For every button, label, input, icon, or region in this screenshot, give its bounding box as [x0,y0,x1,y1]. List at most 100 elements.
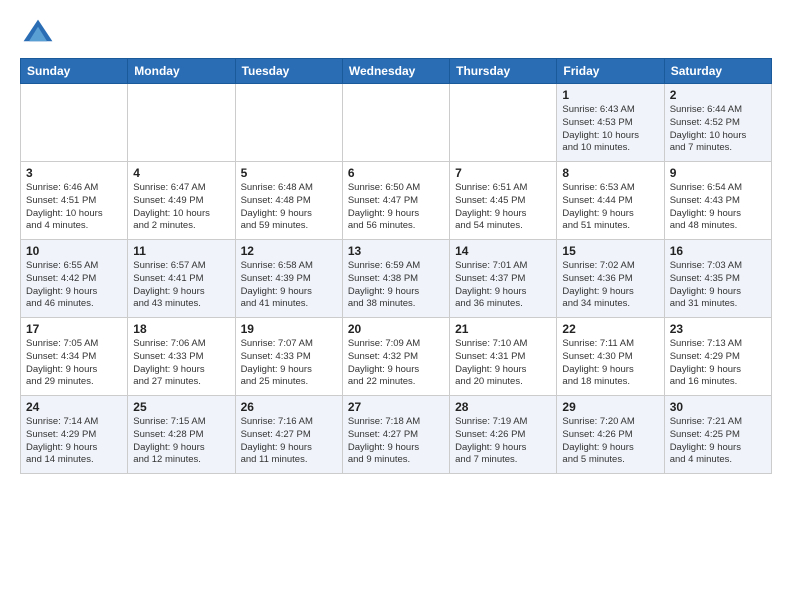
weekday-header: Saturday [664,59,771,84]
calendar-cell: 22 Sunrise: 7:11 AM Sunset: 4:30 PM Dayli… [557,318,664,396]
day-number: 19 [241,322,337,336]
day-number: 30 [670,400,766,414]
calendar-header: SundayMondayTuesdayWednesdayThursdayFrid… [21,59,772,84]
calendar-cell: 16Sunrise: 7:03 AM Sunset: 4:35 PM Dayli… [664,240,771,318]
calendar-body: 1Sunrise: 6:43 AM Sunset: 4:53 PM Daylig… [21,84,772,474]
calendar-cell: 26 Sunrise: 7:16 AM Sunset: 4:27 PM Dayli… [235,396,342,474]
day-number: 24 [26,400,122,414]
day-number: 18 [133,322,229,336]
day-number: 1 [562,88,658,102]
calendar-cell: 5Sunrise: 6:48 AM Sunset: 4:48 PM Daylig… [235,162,342,240]
calendar-cell: 4Sunrise: 6:47 AM Sunset: 4:49 PM Daylig… [128,162,235,240]
day-number: 4 [133,166,229,180]
calendar-cell: 2 Sunrise: 6:44 AM Sunset: 4:52 PM Daylig… [664,84,771,162]
day-number: 3 [26,166,122,180]
day-info: Sunrise: 6:57 AM Sunset: 4:41 PM Dayligh… [133,260,229,311]
day-number: 21 [455,322,551,336]
calendar-week-row: 17 Sunrise: 7:05 AM Sunset: 4:34 PM Dayli… [21,318,772,396]
calendar-cell: 6 Sunrise: 6:50 AM Sunset: 4:47 PM Daylig… [342,162,449,240]
calendar-cell: 30 Sunrise: 7:21 AM Sunset: 4:25 PM Dayli… [664,396,771,474]
day-info: Sunrise: 7:07 AM Sunset: 4:33 PM Dayligh… [241,338,337,389]
day-info: Sunrise: 7:01 AM Sunset: 4:37 PM Dayligh… [455,260,551,311]
calendar-cell: 18 Sunrise: 7:06 AM Sunset: 4:33 PM Dayli… [128,318,235,396]
calendar-cell: 17 Sunrise: 7:05 AM Sunset: 4:34 PM Dayli… [21,318,128,396]
day-info: Sunrise: 7:21 AM Sunset: 4:25 PM Dayligh… [670,416,766,467]
day-number: 20 [348,322,444,336]
day-number: 17 [26,322,122,336]
day-number: 13 [348,244,444,258]
calendar-cell: 27Sunrise: 7:18 AM Sunset: 4:27 PM Dayli… [342,396,449,474]
calendar-cell [21,84,128,162]
day-number: 9 [670,166,766,180]
logo-icon [20,16,56,52]
calendar-cell: 20 Sunrise: 7:09 AM Sunset: 4:32 PM Dayli… [342,318,449,396]
day-info: Sunrise: 7:18 AM Sunset: 4:27 PM Dayligh… [348,416,444,467]
calendar-week-row: 1Sunrise: 6:43 AM Sunset: 4:53 PM Daylig… [21,84,772,162]
day-info: Sunrise: 7:06 AM Sunset: 4:33 PM Dayligh… [133,338,229,389]
day-info: Sunrise: 7:13 AM Sunset: 4:29 PM Dayligh… [670,338,766,389]
weekday-row: SundayMondayTuesdayWednesdayThursdayFrid… [21,59,772,84]
calendar-week-row: 24Sunrise: 7:14 AM Sunset: 4:29 PM Dayli… [21,396,772,474]
calendar-cell: 19 Sunrise: 7:07 AM Sunset: 4:33 PM Dayli… [235,318,342,396]
calendar-cell [235,84,342,162]
day-info: Sunrise: 6:58 AM Sunset: 4:39 PM Dayligh… [241,260,337,311]
day-info: Sunrise: 7:16 AM Sunset: 4:27 PM Dayligh… [241,416,337,467]
logo [20,16,60,52]
day-number: 12 [241,244,337,258]
day-info: Sunrise: 6:54 AM Sunset: 4:43 PM Dayligh… [670,182,766,233]
calendar-cell: 13 Sunrise: 6:59 AM Sunset: 4:38 PM Dayli… [342,240,449,318]
calendar-cell [128,84,235,162]
day-info: Sunrise: 7:11 AM Sunset: 4:30 PM Dayligh… [562,338,658,389]
day-info: Sunrise: 7:05 AM Sunset: 4:34 PM Dayligh… [26,338,122,389]
calendar-cell [342,84,449,162]
header [20,16,772,52]
calendar-cell: 1Sunrise: 6:43 AM Sunset: 4:53 PM Daylig… [557,84,664,162]
day-number: 5 [241,166,337,180]
day-info: Sunrise: 7:10 AM Sunset: 4:31 PM Dayligh… [455,338,551,389]
calendar-week-row: 3 Sunrise: 6:46 AM Sunset: 4:51 PM Daylig… [21,162,772,240]
calendar-cell: 11Sunrise: 6:57 AM Sunset: 4:41 PM Dayli… [128,240,235,318]
calendar-cell: 8 Sunrise: 6:53 AM Sunset: 4:44 PM Daylig… [557,162,664,240]
calendar-cell: 28 Sunrise: 7:19 AM Sunset: 4:26 PM Dayli… [450,396,557,474]
weekday-header: Sunday [21,59,128,84]
page: SundayMondayTuesdayWednesdayThursdayFrid… [0,0,792,484]
day-info: Sunrise: 6:44 AM Sunset: 4:52 PM Dayligh… [670,104,766,155]
calendar-cell: 14 Sunrise: 7:01 AM Sunset: 4:37 PM Dayli… [450,240,557,318]
day-number: 2 [670,88,766,102]
day-number: 14 [455,244,551,258]
day-info: Sunrise: 6:53 AM Sunset: 4:44 PM Dayligh… [562,182,658,233]
weekday-header: Wednesday [342,59,449,84]
day-info: Sunrise: 6:59 AM Sunset: 4:38 PM Dayligh… [348,260,444,311]
day-info: Sunrise: 7:09 AM Sunset: 4:32 PM Dayligh… [348,338,444,389]
day-number: 15 [562,244,658,258]
weekday-header: Monday [128,59,235,84]
day-number: 7 [455,166,551,180]
day-number: 29 [562,400,658,414]
calendar-cell: 9 Sunrise: 6:54 AM Sunset: 4:43 PM Daylig… [664,162,771,240]
day-info: Sunrise: 7:02 AM Sunset: 4:36 PM Dayligh… [562,260,658,311]
day-number: 22 [562,322,658,336]
calendar-cell: 3 Sunrise: 6:46 AM Sunset: 4:51 PM Daylig… [21,162,128,240]
day-info: Sunrise: 7:19 AM Sunset: 4:26 PM Dayligh… [455,416,551,467]
day-number: 28 [455,400,551,414]
calendar-cell [450,84,557,162]
day-info: Sunrise: 6:55 AM Sunset: 4:42 PM Dayligh… [26,260,122,311]
weekday-header: Friday [557,59,664,84]
calendar-week-row: 10Sunrise: 6:55 AM Sunset: 4:42 PM Dayli… [21,240,772,318]
day-number: 26 [241,400,337,414]
day-number: 6 [348,166,444,180]
day-info: Sunrise: 7:03 AM Sunset: 4:35 PM Dayligh… [670,260,766,311]
calendar-cell: 12 Sunrise: 6:58 AM Sunset: 4:39 PM Dayli… [235,240,342,318]
day-info: Sunrise: 6:46 AM Sunset: 4:51 PM Dayligh… [26,182,122,233]
day-number: 25 [133,400,229,414]
weekday-header: Tuesday [235,59,342,84]
day-info: Sunrise: 7:20 AM Sunset: 4:26 PM Dayligh… [562,416,658,467]
calendar-cell: 7 Sunrise: 6:51 AM Sunset: 4:45 PM Daylig… [450,162,557,240]
calendar-cell: 24Sunrise: 7:14 AM Sunset: 4:29 PM Dayli… [21,396,128,474]
day-number: 8 [562,166,658,180]
day-info: Sunrise: 6:50 AM Sunset: 4:47 PM Dayligh… [348,182,444,233]
weekday-header: Thursday [450,59,557,84]
day-info: Sunrise: 6:51 AM Sunset: 4:45 PM Dayligh… [455,182,551,233]
calendar-cell: 10Sunrise: 6:55 AM Sunset: 4:42 PM Dayli… [21,240,128,318]
day-number: 23 [670,322,766,336]
